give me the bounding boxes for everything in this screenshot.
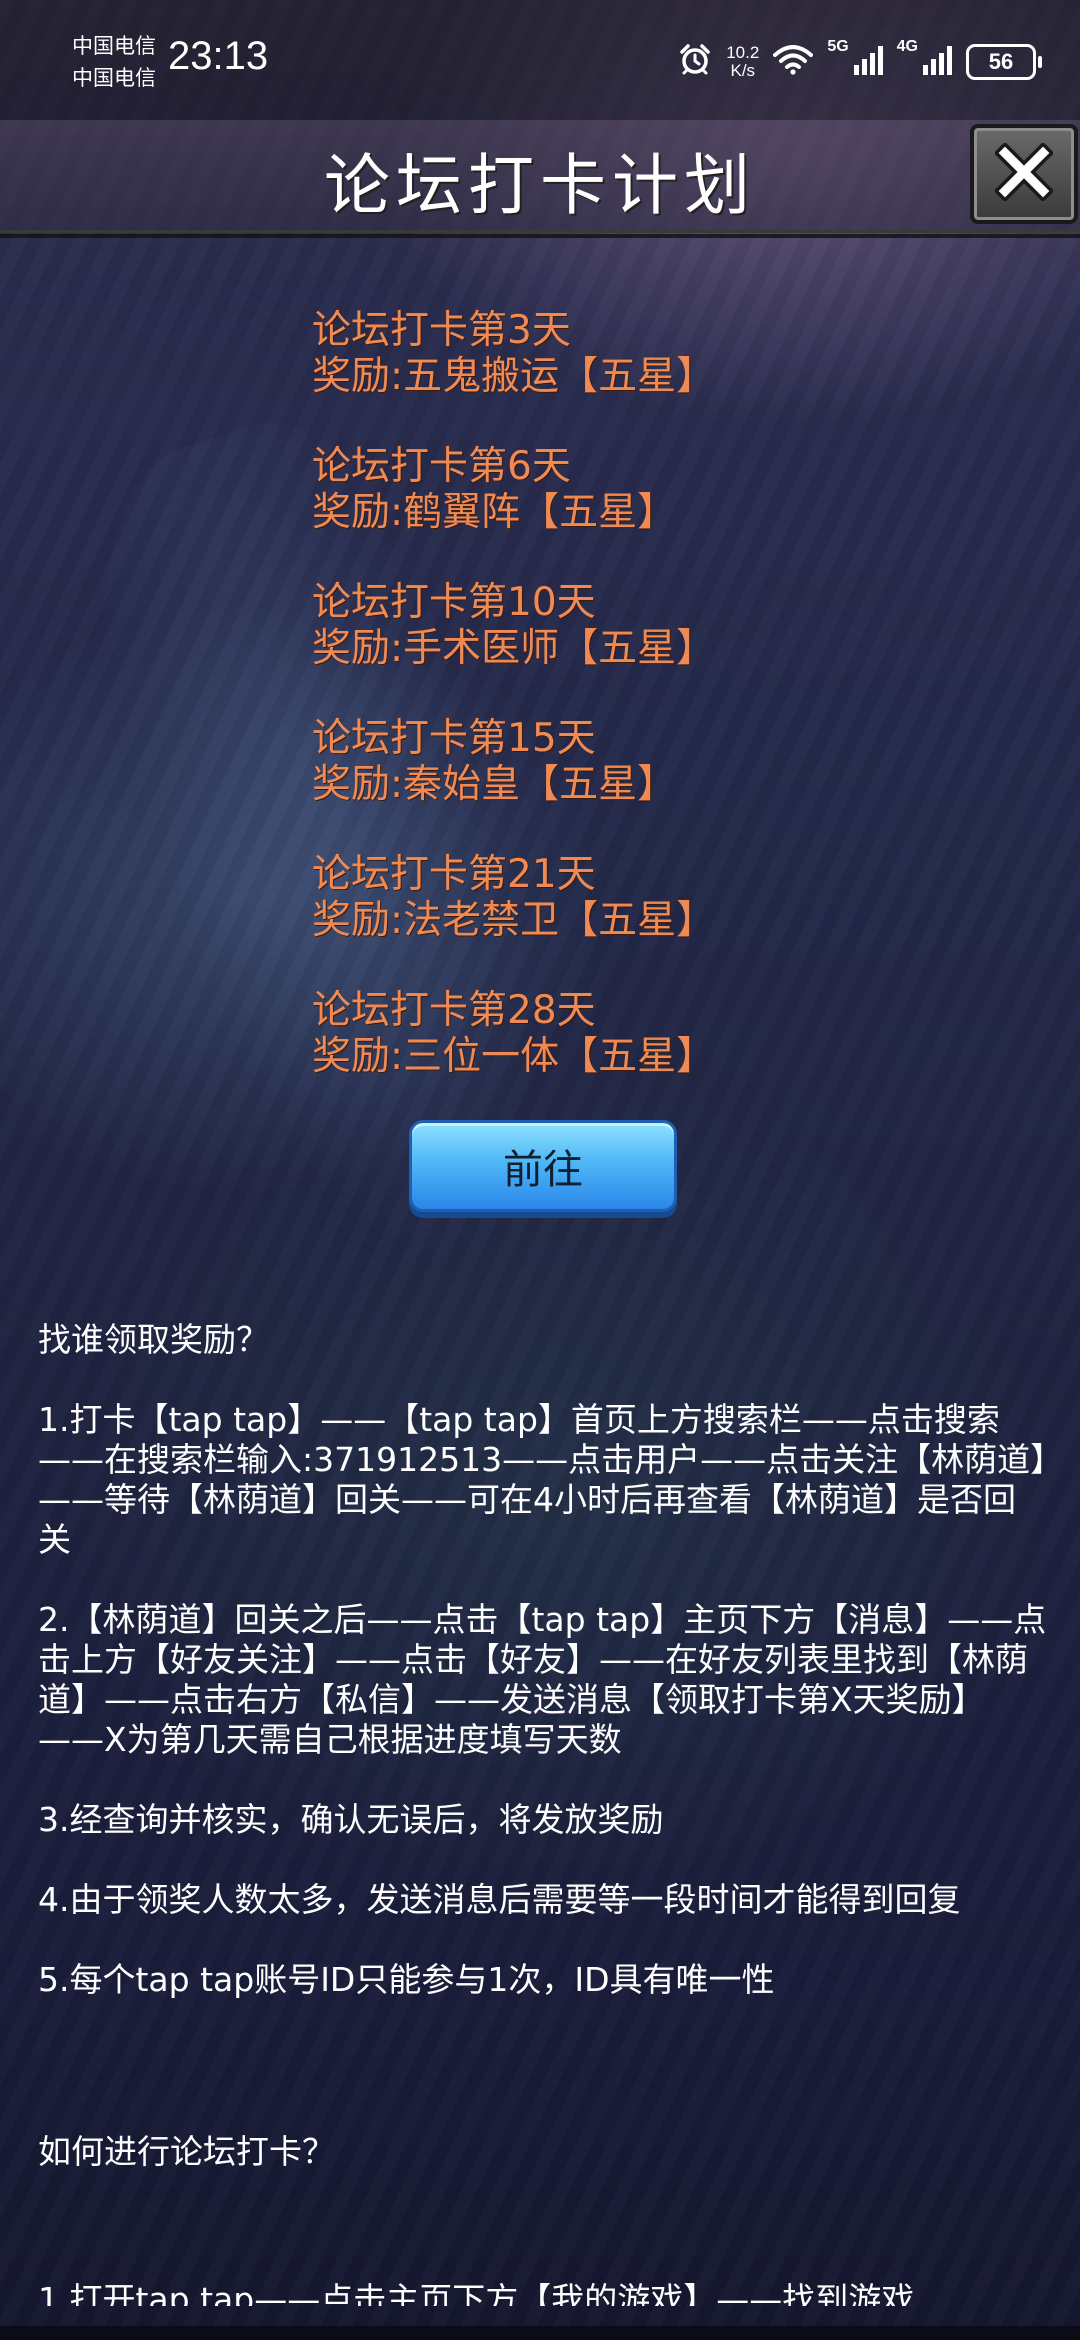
navigation-bar (0, 2326, 1080, 2340)
section-title-howto: 如何进行论坛打卡？ (38, 2132, 335, 2171)
instructions-panel: 找谁领取奖励？ 1.打卡【tap tap】——【tap tap】首页上方搜索栏—… (38, 1320, 1048, 2212)
close-button[interactable] (970, 124, 1078, 224)
instruction-step: 5.每个tap tap账号ID只能参与1次，ID具有唯一性 (38, 1960, 775, 1999)
carrier-labels: 中国电信 中国电信 (72, 30, 156, 94)
status-time: 23:13 (168, 34, 269, 78)
instruction-step: 3.经查询并核实，确认无误后，将发放奖励 (38, 1800, 664, 1839)
net-speed-unit: K/s (730, 61, 756, 80)
carrier-1: 中国电信 (72, 34, 156, 58)
wifi-icon (773, 45, 814, 79)
reward-list: 论坛打卡第3天 奖励:五鬼搬运【五星】 论坛打卡第6天 奖励:鹤翼阵【五星】 论… (312, 308, 912, 1124)
network-5g-label: 5G (827, 38, 849, 55)
section-title-claim: 找谁领取奖励？ (38, 1320, 269, 1359)
instruction-step: 1.打卡【tap tap】——【tap tap】首页上方搜索栏——点击搜索——在… (38, 1400, 1047, 1559)
status-icons: 10.2 K/s 5G 4G 56 (678, 38, 1042, 86)
instruction-step: 2.【林荫道】回关之后——点击【tap tap】主页下方【消息】——点击上方【好… (38, 1600, 1047, 1759)
status-bar: 中国电信 中国电信 23:13 10.2 K/s 5G 4G 56 (0, 0, 1080, 120)
signal-5g-icon (853, 45, 883, 79)
signal-4g-icon (922, 45, 952, 79)
reward-item: 论坛打卡第15天 奖励:秦始皇【五星】 (312, 716, 912, 808)
page-title: 论坛打卡计划 (324, 147, 756, 224)
alarm-icon (678, 43, 712, 81)
reward-item: 论坛打卡第3天 奖励:五鬼搬运【五星】 (312, 308, 912, 400)
battery-level: 56 (988, 49, 1014, 74)
net-speed-value: 10.2 (726, 43, 760, 62)
net-speed: 10.2 K/s (726, 44, 759, 80)
network-4g-label: 4G (896, 38, 918, 55)
reward-prize: 奖励:手术医师【五星】 (312, 626, 716, 671)
battery-icon: 56 (966, 44, 1042, 80)
instruction-step-partial: 1.打开tap tap——点击主页下方【我的游戏】——找到游戏 (38, 2280, 915, 2306)
reward-day: 论坛打卡第28天 (312, 988, 596, 1033)
reward-day: 论坛打卡第15天 (312, 716, 596, 761)
reward-item: 论坛打卡第28天 奖励:三位一体【五星】 (312, 988, 912, 1080)
reward-day: 论坛打卡第10天 (312, 580, 596, 625)
reward-item: 论坛打卡第10天 奖励:手术医师【五星】 (312, 580, 912, 672)
carrier-2: 中国电信 (72, 66, 156, 90)
instruction-step: 4.由于领奖人数太多，发送消息后需要等一段时间才能得到回复 (38, 1880, 961, 1919)
reward-prize: 奖励:鹤翼阵【五星】 (312, 490, 677, 535)
reward-item: 论坛打卡第21天 奖励:法老禁卫【五星】 (312, 852, 912, 944)
reward-prize: 奖励:秦始皇【五星】 (312, 762, 677, 807)
reward-item: 论坛打卡第6天 奖励:鹤翼阵【五星】 (312, 444, 912, 536)
reward-prize: 奖励:三位一体【五星】 (312, 1034, 716, 1079)
close-icon (993, 141, 1055, 205)
reward-day: 论坛打卡第21天 (312, 852, 596, 897)
go-button[interactable]: 前往 (409, 1120, 677, 1212)
reward-prize: 奖励:五鬼搬运【五星】 (312, 354, 716, 399)
reward-day: 论坛打卡第6天 (312, 444, 571, 489)
reward-prize: 奖励:法老禁卫【五星】 (312, 898, 716, 943)
reward-day: 论坛打卡第3天 (312, 308, 571, 353)
